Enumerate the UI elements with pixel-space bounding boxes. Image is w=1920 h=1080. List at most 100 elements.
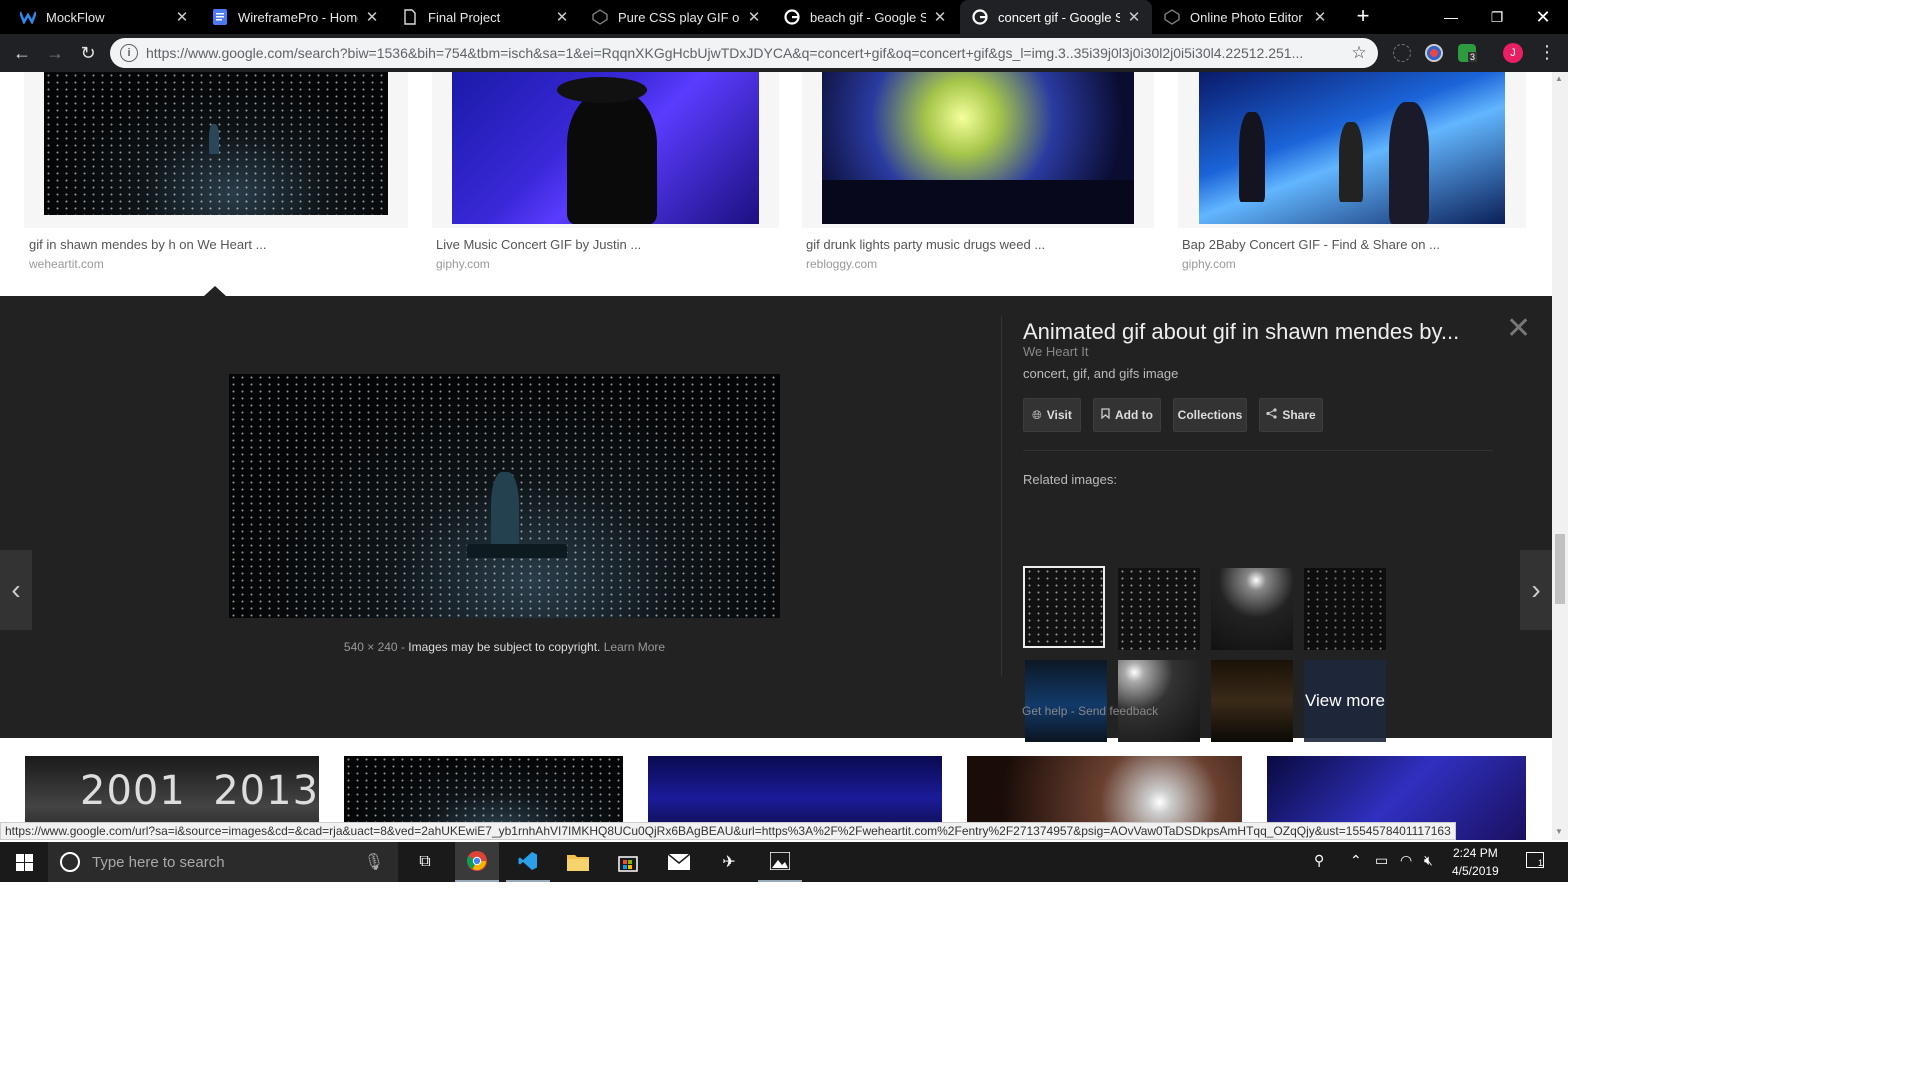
chrome-taskbar-icon[interactable] (455, 842, 499, 882)
info-icon[interactable]: i (120, 44, 138, 62)
taskbar-search[interactable]: Type here to search 🎙︎ (48, 842, 398, 882)
microphone-icon[interactable]: 🎙︎ (364, 852, 384, 872)
notification-center-icon[interactable]: 1 (1526, 852, 1544, 868)
back-button[interactable]: ← (10, 42, 34, 64)
address-bar[interactable]: i https://www.google.com/search?biw=1536… (110, 38, 1378, 68)
reload-button[interactable]: ↻ (76, 42, 100, 64)
close-icon[interactable]: ✕ (746, 8, 762, 26)
extension-icon[interactable] (1393, 44, 1411, 62)
preview-image[interactable] (229, 374, 780, 618)
minimize-button[interactable]: — (1428, 0, 1474, 34)
scroll-up-icon[interactable]: ▲ (1555, 74, 1563, 83)
result-thumb-frame (432, 72, 779, 228)
app-taskbar-icon[interactable]: ✈︎ (707, 842, 751, 882)
next-arrow-button[interactable]: › (1520, 550, 1552, 630)
start-button[interactable] (0, 842, 48, 882)
restore-button[interactable]: ❐ (1474, 0, 1520, 34)
image-preview-panel: ‹ › 540 × 240 - Images may be subject to… (0, 286, 1552, 742)
close-icon[interactable]: ✕ (1506, 314, 1531, 344)
shield-extension-icon[interactable]: 3 (1458, 44, 1478, 62)
result-image[interactable] (822, 72, 1134, 224)
people-icon[interactable]: ⚲ (1314, 852, 1324, 869)
tab-codepen-gif[interactable]: Pure CSS play GIF on h ✕ (580, 0, 772, 34)
send-feedback-link[interactable]: Send feedback (1078, 704, 1158, 718)
new-tab-button[interactable]: + (1352, 5, 1374, 28)
globe-icon: 🌐︎ (1032, 407, 1042, 422)
tab-mockflow[interactable]: MockFlow ✕ (8, 0, 200, 34)
close-icon[interactable]: ✕ (1312, 8, 1328, 26)
related-image-thumb[interactable] (1211, 660, 1293, 742)
related-images-label: Related images: (1023, 472, 1117, 487)
tab-final-project[interactable]: Final Project ✕ (390, 0, 580, 34)
mail-taskbar-icon[interactable] (657, 842, 701, 882)
close-icon[interactable]: ✕ (174, 8, 190, 26)
tab-wireframepro[interactable]: WireframePro - Home / ✕ (200, 0, 390, 34)
close-window-button[interactable]: ✕ (1520, 0, 1566, 34)
url-text[interactable]: https://www.google.com/search?biw=1536&b… (146, 45, 1346, 61)
scroll-down-icon[interactable]: ▼ (1555, 827, 1563, 836)
visit-button[interactable]: 🌐︎ Visit (1023, 398, 1081, 432)
learn-more-link[interactable]: Learn More (604, 640, 665, 654)
view-more-button[interactable]: View more (1304, 660, 1386, 742)
result-title[interactable]: Bap 2Baby Concert GIF - Find & Share on … (1182, 237, 1440, 252)
tab-photo-editor[interactable]: Online Photo Editor | P ✕ (1152, 0, 1338, 34)
clock-date: 4/5/2019 (1452, 864, 1499, 878)
related-image-thumb[interactable] (1023, 566, 1105, 648)
result-source[interactable]: weheartit.com (29, 257, 104, 271)
tab-title: WireframePro - Home / (238, 9, 358, 25)
close-icon[interactable]: ✕ (932, 8, 948, 26)
tab-title: Final Project (428, 9, 501, 25)
tab-concert-gif[interactable]: concert gif - Google Se ✕ (960, 0, 1152, 34)
related-image-thumb[interactable] (1025, 660, 1107, 742)
mockflow-icon (20, 9, 36, 25)
result-image-caption: 2001 2013 (80, 768, 319, 814)
related-image-thumb[interactable] (1118, 568, 1200, 650)
store-taskbar-icon[interactable] (606, 842, 650, 882)
profile-avatar[interactable]: J (1503, 43, 1523, 63)
menu-icon[interactable]: ⋮ (1538, 42, 1556, 63)
get-help-link[interactable]: Get help (1022, 704, 1067, 718)
task-view-icon[interactable]: ⧉ (404, 842, 446, 882)
tab-beach-gif[interactable]: beach gif - Google Sea ✕ (772, 0, 958, 34)
close-icon[interactable]: ✕ (554, 8, 570, 26)
result-title[interactable]: Live Music Concert GIF by Justin ... (436, 237, 641, 252)
related-image-thumb[interactable] (1211, 568, 1293, 650)
result-source[interactable]: giphy.com (436, 257, 490, 271)
add-to-button[interactable]: Add to (1093, 398, 1161, 432)
bookmark-star-icon[interactable]: ☆ (1346, 43, 1372, 63)
collections-label: Collections (1177, 408, 1243, 422)
tab-title: beach gif - Google Sea (810, 9, 926, 25)
file-explorer-taskbar-icon[interactable] (556, 842, 600, 882)
wifi-icon[interactable]: ◠ (1400, 852, 1412, 869)
prev-arrow-button[interactable]: ‹ (0, 550, 32, 630)
page-scrollbar[interactable]: ▲ ▼ (1552, 72, 1568, 840)
related-image-thumb[interactable] (1118, 660, 1200, 742)
collections-button[interactable]: Collections (1173, 398, 1247, 432)
result-source[interactable]: giphy.com (1182, 257, 1236, 271)
chevron-up-icon[interactable]: ⌃ (1350, 852, 1362, 869)
panel-pointer (204, 286, 226, 296)
tab-title: concert gif - Google Se (998, 9, 1120, 25)
battery-icon[interactable]: ▭ (1375, 852, 1388, 869)
scrollbar-thumb[interactable] (1555, 534, 1565, 604)
extension-icon[interactable] (1425, 44, 1443, 62)
taskbar-clock[interactable]: 2:24 PM 4/5/2019 (1452, 844, 1499, 880)
close-icon[interactable]: ✕ (364, 8, 380, 26)
preview-source[interactable]: We Heart It (1023, 344, 1089, 359)
result-image[interactable] (44, 72, 388, 215)
related-image-thumb[interactable] (1304, 568, 1386, 650)
result-image[interactable] (1199, 72, 1505, 224)
close-icon[interactable]: ✕ (1126, 8, 1142, 26)
result-title[interactable]: gif in shawn mendes by h on We Heart ... (29, 237, 267, 252)
result-image[interactable] (452, 72, 759, 224)
share-button[interactable]: Share (1259, 398, 1323, 432)
volume-muted-icon[interactable]: 🔇︎ (1424, 852, 1433, 869)
result-source[interactable]: rebloggy.com (806, 257, 877, 271)
page-icon (402, 9, 418, 25)
result-title[interactable]: gif drunk lights party music drugs weed … (806, 237, 1045, 252)
vscode-taskbar-icon[interactable] (506, 842, 550, 882)
photos-taskbar-icon[interactable] (758, 842, 802, 882)
preview-title[interactable]: Animated gif about gif in shawn mendes b… (1023, 319, 1459, 345)
search-placeholder[interactable]: Type here to search (92, 854, 364, 871)
forward-button[interactable]: → (43, 42, 67, 64)
